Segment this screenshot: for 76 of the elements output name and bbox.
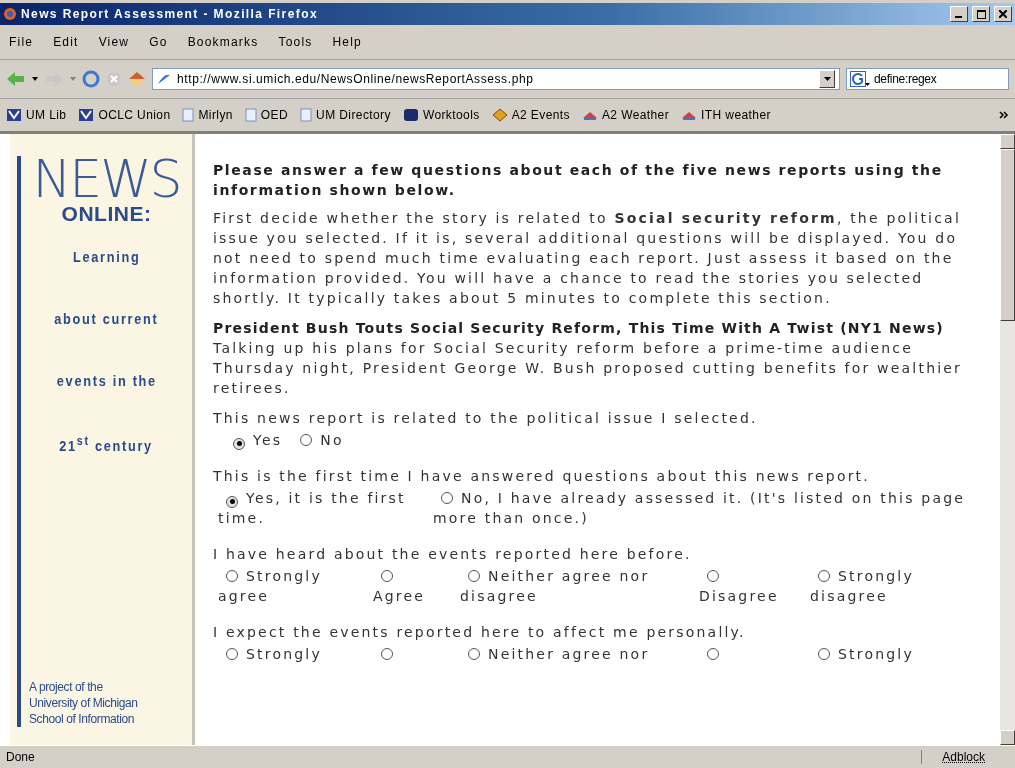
menu-item[interactable]: Help (327, 33, 367, 51)
radio-button[interactable] (707, 648, 719, 660)
bookmark-item[interactable]: UM Lib (6, 108, 67, 122)
menu-item[interactable]: Edit (48, 33, 84, 51)
minimize-button[interactable] (950, 6, 968, 22)
menu-item[interactable]: Go (144, 33, 173, 51)
status-text: Done (5, 750, 36, 764)
menu-item[interactable]: Bookmarks (182, 33, 264, 51)
instructions-text: First decide whether the story is related to Social security reform, the political issue you selected. If it is, several additional questions will be displayed. You do not need to spend much time evaluating each report. Just assess it based on the information provided. You will have a chance to read the stories you selected shortly. It typically takes about 5 minutes to complete this section. (213, 209, 962, 308)
radio-option[interactable]: Agree (373, 566, 443, 606)
radio-button[interactable] (468, 648, 480, 660)
tagline-text: 21$^{st}$ century (59, 434, 154, 456)
caret-icon[interactable] (32, 77, 38, 81)
diamond-icon (491, 108, 508, 122)
report-summary: Talking up his plans for Social Security reform before a prime-time audience Thursday night, President George W. Bush proposed cutting benefits for wealthier retirees. (213, 339, 964, 398)
question-text: This news report is related to the political issue I selected. (213, 409, 759, 428)
scrollbar[interactable] (1000, 134, 1015, 745)
question-text: I have heard about the events reported here before. (213, 545, 693, 564)
bookmark-item[interactable]: Worktools (402, 108, 480, 122)
radio-button[interactable] (441, 492, 453, 504)
radio-button[interactable] (233, 437, 245, 450)
radio-option[interactable]: Strongly (810, 644, 950, 664)
window-title: News Report Assessment - Mozilla Firefox (21, 7, 319, 21)
dropdown-button[interactable] (819, 70, 835, 88)
intro-text: Please answer a few questions about each of the five news reports using the information shown below. (213, 161, 944, 200)
bookmark-item[interactable]: A2 Events (491, 108, 570, 122)
search-field[interactable]: define:regex (846, 68, 1009, 90)
report-title: President Bush Touts Social Security Reform, This Time With A Twist (NY1 News) (213, 319, 945, 338)
tagline-text: events in the (56, 372, 157, 391)
close-button[interactable] (994, 6, 1012, 22)
radio-option[interactable]: Strongly agree (218, 566, 348, 606)
search-engine-icon[interactable] (850, 71, 870, 87)
radio-option[interactable]: Neither agree nor disagree (460, 566, 675, 606)
bookmark-item[interactable]: ITH weather (681, 108, 771, 122)
close-icon (999, 10, 1007, 18)
address-field[interactable]: http://www.si.umich.edu/NewsOnline/newsReportAssess.php (152, 68, 840, 90)
tagline-text: Learning (72, 248, 141, 267)
radio-option[interactable]: Yes, it is the first time. (218, 488, 433, 528)
radio-button[interactable] (468, 570, 480, 582)
radio-button[interactable] (707, 570, 719, 582)
question-text: I expect the events reported here to affect me personally. (213, 623, 747, 642)
question-text: This is the first time I have answered questions about this news report. (213, 467, 871, 486)
firefox-icon (3, 7, 17, 21)
bookmark-item[interactable]: A2 Weather (581, 108, 670, 122)
radio-option[interactable]: Strongly (218, 644, 348, 664)
radio-option[interactable]: Disagree (699, 566, 794, 606)
bookmark-item[interactable]: OCLC Union (78, 108, 171, 122)
menu-item[interactable]: File (4, 33, 39, 51)
radio-option[interactable]: Strongly disagree (810, 566, 950, 606)
radio-option[interactable]: Neither agree nor (460, 644, 675, 664)
bookmark-item[interactable]: UM Directory (300, 108, 391, 122)
logo-title: NEWS (32, 156, 181, 202)
radio-button[interactable] (381, 648, 393, 660)
maximize-icon (976, 9, 986, 19)
bookmark-item[interactable]: Mirlyn (182, 108, 233, 122)
radio-option[interactable]: No (292, 430, 344, 450)
bookmark-item[interactable]: OED (244, 108, 289, 122)
radio-option[interactable]: Yes (225, 430, 283, 450)
tagline-text: about current (54, 310, 159, 329)
radio-button[interactable] (226, 495, 238, 508)
caret-icon (823, 77, 831, 81)
radio-button[interactable] (818, 648, 830, 660)
menu-item[interactable]: View (93, 33, 135, 51)
radio-button[interactable] (381, 570, 393, 582)
radio-button[interactable] (300, 434, 313, 446)
reload-icon[interactable] (82, 70, 100, 88)
radio-button[interactable] (226, 570, 238, 582)
radio-option[interactable]: No, I have already assessed it. (It's listed on this page more than once.) (433, 488, 980, 528)
home-icon[interactable] (128, 71, 146, 87)
adblock-link[interactable]: Adblock (921, 750, 1015, 764)
radio-button[interactable] (226, 648, 238, 660)
footer-text: A project of the University of Michigan School of Information (28, 679, 138, 727)
maximize-button[interactable] (972, 6, 990, 22)
menu-item[interactable]: Tools (273, 33, 318, 51)
logo-subtitle: ONLINE: (61, 202, 152, 226)
radio-button[interactable] (818, 570, 830, 582)
